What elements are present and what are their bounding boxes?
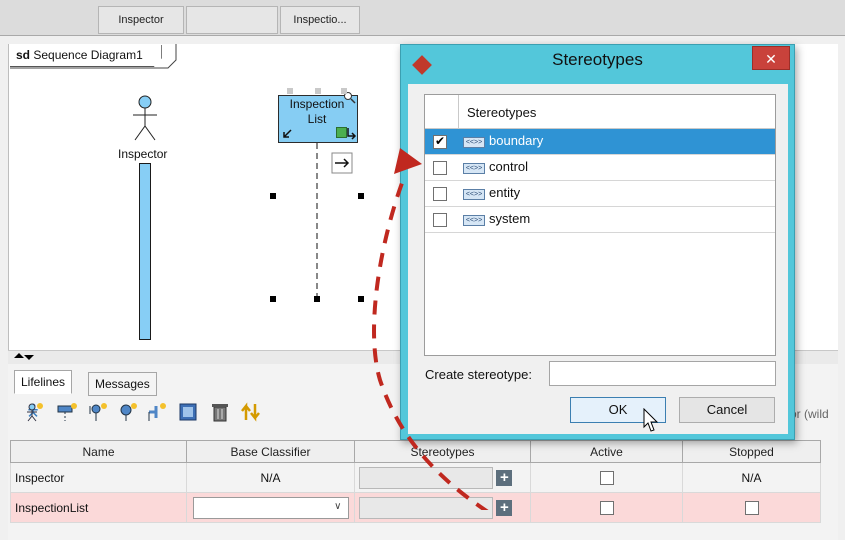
actor-activation-bar[interactable]	[139, 163, 151, 340]
sort-icon[interactable]	[240, 402, 262, 422]
col-name[interactable]: Name	[10, 440, 187, 463]
tab-messages[interactable]: Messages	[88, 372, 157, 396]
resize-handle[interactable]	[270, 296, 276, 302]
tab-lifelines[interactable]: Lifelines	[14, 370, 73, 394]
row-name[interactable]: InspectionList	[10, 492, 187, 523]
base-classifier-dropdown[interactable]: ∨	[192, 496, 349, 519]
selection-handle[interactable]	[287, 88, 293, 94]
stopped-checkbox[interactable]	[744, 500, 759, 515]
new-control-icon[interactable]	[116, 402, 138, 422]
resize-arrow-icon[interactable]	[281, 128, 293, 140]
column-header-inspection[interactable]: Inspectio...	[280, 6, 360, 34]
selection-handle[interactable]	[315, 88, 321, 94]
message-arrow-icon[interactable]	[331, 152, 353, 174]
mouse-cursor-icon	[643, 408, 659, 432]
row-stopped	[682, 492, 821, 523]
list-header-divider	[458, 95, 459, 129]
actor-icon[interactable]	[128, 94, 162, 146]
list-header-label: Stereotypes	[467, 105, 537, 120]
row-active	[530, 462, 683, 493]
diagram-tab-outline	[10, 44, 177, 69]
column-header-inspector[interactable]: Inspector	[98, 6, 184, 34]
col-stopped[interactable]: Stopped	[682, 440, 821, 463]
lifeline-dashed-line	[316, 143, 318, 301]
row-name[interactable]: Inspector	[10, 462, 187, 493]
selection-handle[interactable]	[341, 88, 347, 94]
lifeline-label-line2: List	[307, 112, 327, 126]
reference-icon[interactable]	[346, 126, 358, 140]
col-base-classifier[interactable]: Base Classifier	[186, 440, 355, 463]
table-view-icon[interactable]	[178, 402, 198, 422]
active-checkbox[interactable]	[599, 500, 614, 515]
new-boundary-icon[interactable]	[86, 402, 108, 422]
new-lifeline-icon[interactable]	[56, 402, 78, 422]
filter-input[interactable]: or (wild	[790, 407, 829, 421]
create-stereotype-input[interactable]	[549, 361, 776, 386]
annotation-arrow	[372, 148, 489, 510]
resize-handle[interactable]	[314, 296, 320, 302]
resize-handle[interactable]	[270, 193, 276, 199]
row-stopped[interactable]: N/A	[682, 462, 821, 493]
new-entity-icon[interactable]	[146, 402, 168, 422]
dialog-title: Stereotypes	[552, 50, 643, 69]
chevron-down-icon: ∨	[334, 500, 342, 512]
delete-icon[interactable]	[210, 401, 230, 423]
cancel-button[interactable]: Cancel	[679, 397, 775, 423]
close-button[interactable]: ✕	[752, 46, 790, 70]
collapse-expand-icon[interactable]	[12, 351, 36, 363]
row-active	[530, 492, 683, 523]
active-checkbox[interactable]	[599, 470, 614, 485]
row-base-classifier[interactable]: N/A	[186, 462, 355, 493]
new-actor-icon[interactable]	[24, 402, 44, 422]
col-active[interactable]: Active	[530, 440, 683, 463]
row-base-classifier: ∨	[186, 492, 355, 523]
actor-label: Inspector	[118, 147, 168, 161]
column-header-blank[interactable]	[186, 6, 278, 34]
